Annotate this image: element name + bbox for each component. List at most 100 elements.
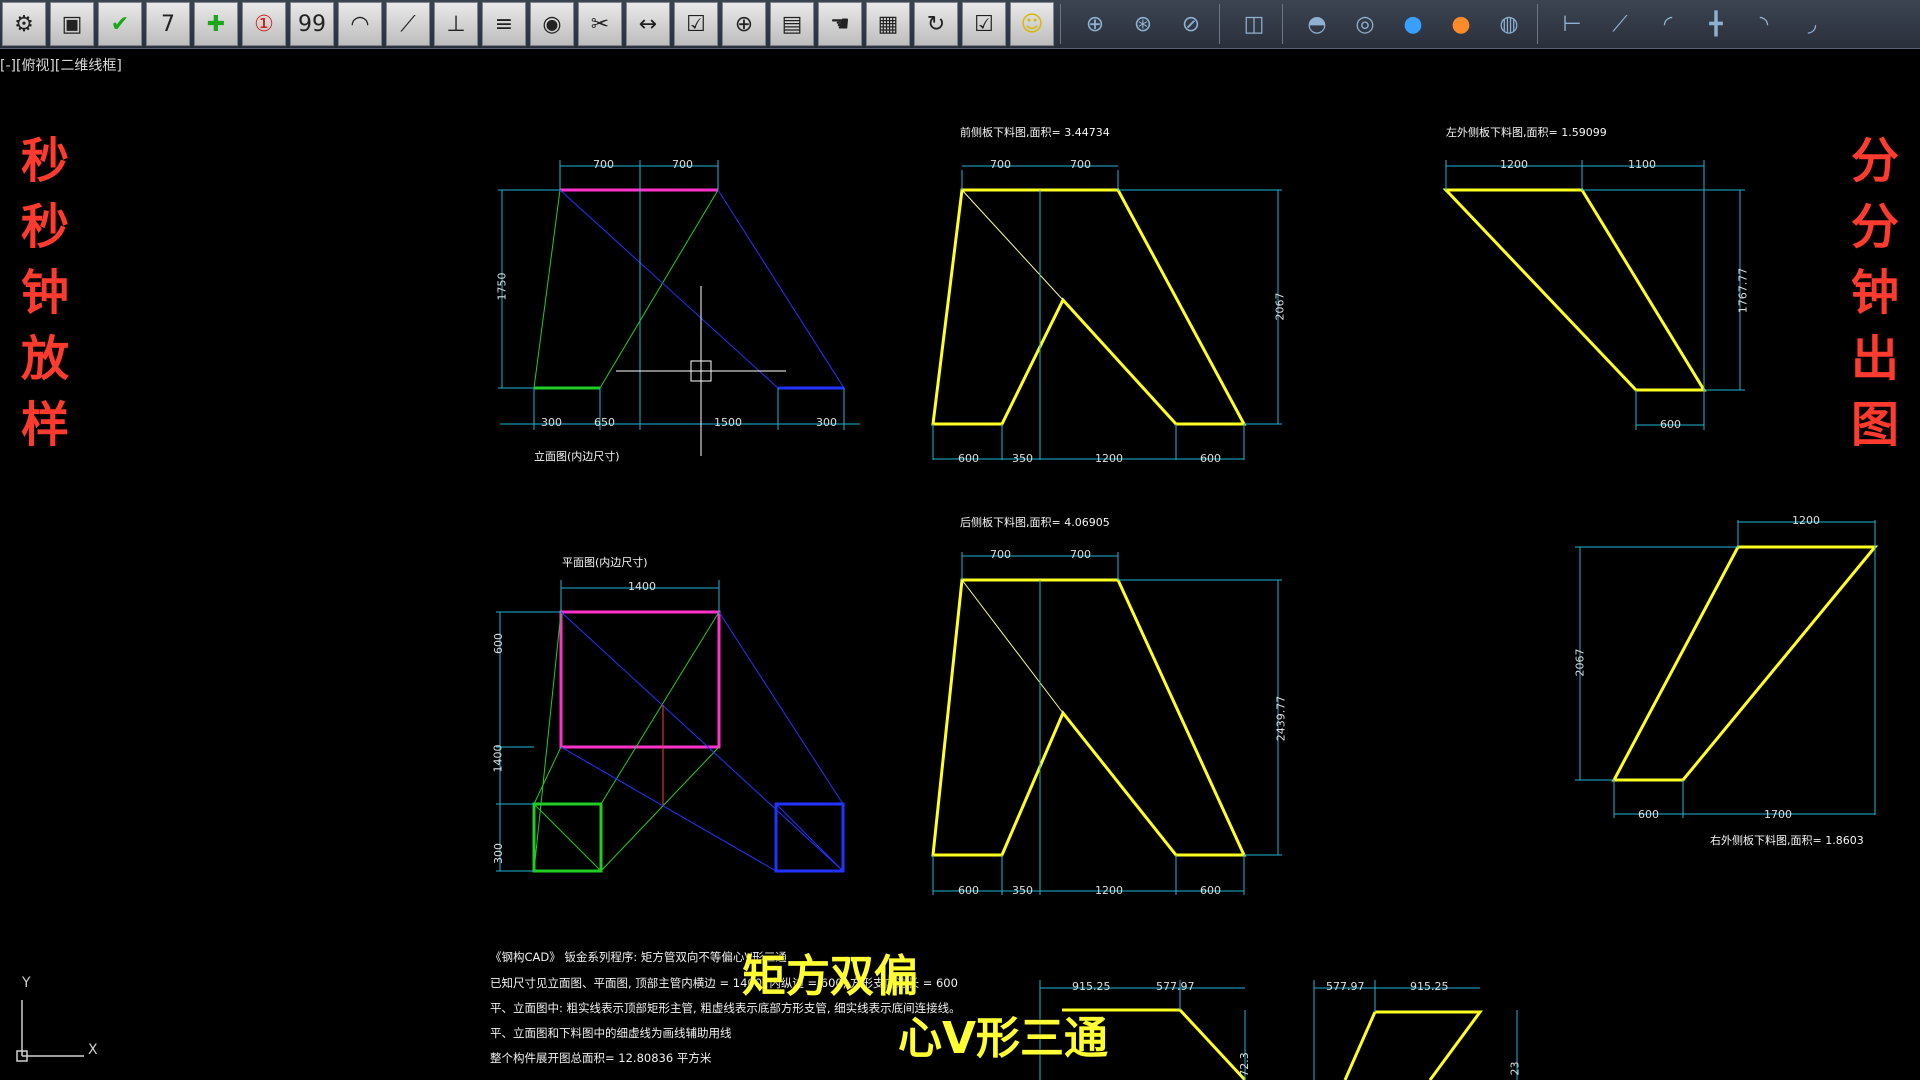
calendar-icon[interactable]: 7 [146,2,190,46]
ucs-x-label: X [88,1042,98,1058]
dim-text: 350 [1012,452,1033,465]
left-banner: 秒秒钟放样 [20,133,69,453]
dim-text: 915.25 [1072,980,1111,993]
sphere-wire-icon[interactable]: ◎ [1343,2,1387,46]
hand-icon[interactable]: ☚ [818,2,862,46]
dim-text: 1200 [1095,884,1123,897]
dim-text: 1767.77 [1736,267,1750,314]
dim-text: 700 [990,158,1011,171]
dim-text: 300 [541,416,562,429]
dim-radius-icon[interactable]: ◝ [1742,2,1786,46]
crosshair-cursor [616,286,786,456]
eye-icon[interactable]: ◉ [530,2,574,46]
back-panel-title: 后侧板下料图,面积= 4.06905 [960,516,1110,529]
right-banner: 分分钟出图 [1850,133,1899,453]
sphere-mesh-icon[interactable]: ◓ [1295,2,1339,46]
dim-text: 600 [1200,884,1221,897]
measure-icon[interactable]: ↔ [626,2,670,46]
left-outer-panel-title: 左外侧板下料图,面积= 1.59099 [1446,126,1607,139]
front-panel-title: 前侧板下料图,面积= 3.44734 [960,126,1110,139]
dim-text: 1200 [1792,514,1820,527]
add-icon[interactable]: ✚ [194,2,238,46]
checklist-icon[interactable]: ☑ [674,2,718,46]
dim-diameter-icon[interactable]: ◞ [1790,2,1834,46]
dim-text: 1200 [1095,452,1123,465]
toolbar-separator [1219,4,1226,44]
dimension-icon[interactable]: ⊥ [434,2,478,46]
front-panel-layout[interactable] [931,165,1282,460]
circle-one-icon[interactable]: ① [242,2,286,46]
sphere-list-icon[interactable]: ◍ [1487,2,1531,46]
dim-text: 350 [1012,884,1033,897]
dim-text: 2067 [1573,648,1587,677]
orbit-continuous-icon[interactable]: ⊘ [1169,2,1213,46]
dim-text: 23 [1508,1061,1522,1076]
dim-text: 577.97 [1156,980,1195,993]
dim-text: 1700 [1764,808,1792,821]
dim-text: 650 [594,416,615,429]
dim-text: 600 [492,633,505,654]
dim-text: 600 [958,452,979,465]
sphere-blue-icon[interactable]: ● [1391,2,1435,46]
toolbar-separator [1537,4,1544,44]
description-line-4: 平、立面图和下料图中的细虚线为画线辅助用线 [490,1026,732,1040]
back-panel-layout[interactable] [931,552,1282,895]
description-line-5: 整个构件展开图总面积= 12.80836 平方米 [490,1051,712,1065]
sphere-orange-icon[interactable]: ● [1439,2,1483,46]
right-outer-panel-layout[interactable] [1575,520,1879,818]
dim-arc-icon[interactable]: ◜ [1646,2,1690,46]
overlay-title-line-2: 心V形三通 [898,1013,1109,1064]
dim-text: 1200 [1500,158,1528,171]
ucs-icon [16,1000,84,1062]
toolbar-separator [1060,4,1067,44]
dim-ordinate-icon[interactable]: ╋ [1694,2,1738,46]
dim-text: 2439.77 [1274,695,1288,742]
check-icon[interactable]: ✔ [98,2,142,46]
ucs-y-label: Y [22,975,31,991]
left-outer-panel-layout[interactable] [1442,160,1745,430]
dim-text: 700 [1070,158,1091,171]
scissors-icon[interactable]: ✂ [578,2,622,46]
dim-text: 300 [816,416,837,429]
properties-icon[interactable]: ▤ [770,2,814,46]
bottom-panels-layout[interactable] [1039,980,1518,1080]
right-outer-panel-title: 右外侧板下料图,面积= 1.8603 [1710,834,1864,847]
dim-text: 1100 [1628,158,1656,171]
break-icon[interactable]: ⟋ [386,2,430,46]
dim-text: 72.3 [1237,1052,1251,1077]
text-99-icon[interactable]: 99 [290,2,334,46]
align-icon[interactable]: ≡ [482,2,526,46]
dim-text: 1750 [495,272,509,301]
dim-text: 700 [990,548,1011,561]
refresh-icon[interactable]: ↻ [914,2,958,46]
dim-text: 600 [1660,418,1681,431]
dim-text: 700 [672,158,693,171]
elevation-title: 立面图(内边尺寸) [534,450,620,463]
dim-aligned-icon[interactable]: ⟋ [1598,2,1642,46]
zoom-icon[interactable]: ⊕ [722,2,766,46]
arc-icon[interactable]: ◠ [338,2,382,46]
dim-text: 1400 [491,744,505,773]
dim-text: 2067 [1273,292,1287,321]
dim-text: 577.97 [1326,980,1365,993]
plan-view[interactable] [496,580,845,873]
gear-icon[interactable]: ⚙ [2,2,46,46]
orbit-free-icon[interactable]: ⊛ [1121,2,1165,46]
dim-linear-icon[interactable]: ⊢ [1550,2,1594,46]
toolbar-separator [1282,4,1289,44]
plan-title: 平面图(内边尺寸) [562,556,648,569]
dim-text: 700 [593,158,614,171]
layer-icon[interactable]: ▣ [50,2,94,46]
smiley-icon[interactable]: ☺ [1010,2,1054,46]
calculator-icon[interactable]: ▦ [866,2,910,46]
dim-text: 700 [1070,548,1091,561]
dim-text: 915.25 [1410,980,1449,993]
box-icon[interactable]: ◫ [1232,2,1276,46]
toolbar: ⚙ ▣ ✔ 7 ✚ ① 99 ◠ ⟋ ⊥ ≡ ◉ ✂ ↔ ☑ ⊕ ▤ ☚ ▦ ↻ ☑ ☺ ⊕ ⊛ ⊘ ◫ ◓ ◎ ● ● ◍ ⊢ ⟋ ◜ ╋ ◝ ◞ [0,0,1920,49]
dim-text: 600 [958,884,979,897]
elevation-view[interactable] [498,160,860,456]
drawing-canvas[interactable] [0,48,1920,1080]
dim-text: 1400 [628,580,656,593]
checkboard-icon[interactable]: ☑ [962,2,1006,46]
orbit-icon[interactable]: ⊕ [1073,2,1117,46]
